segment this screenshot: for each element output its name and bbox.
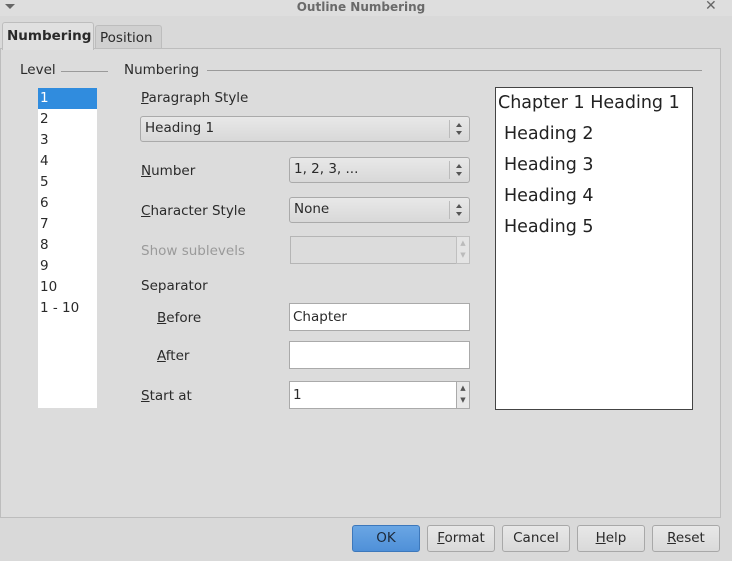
- after-label: After: [157, 348, 190, 364]
- divider: [61, 71, 108, 72]
- reset-label: Reset: [667, 530, 705, 546]
- close-icon[interactable]: ✕: [705, 0, 717, 14]
- spin-arrows-icon: [449, 201, 469, 219]
- ok-button[interactable]: OK: [352, 525, 420, 552]
- before-input[interactable]: Chapter: [289, 303, 470, 331]
- start-at-label: Start at: [141, 388, 192, 404]
- paragraph-style-label: Paragraph Style: [141, 90, 249, 106]
- divider: [207, 70, 702, 71]
- separator-label: Separator: [141, 278, 208, 294]
- numbering-legend: Numbering: [124, 62, 200, 78]
- tab-position[interactable]: Position: [95, 25, 162, 49]
- paragraph-style-value: Heading 1: [145, 120, 215, 136]
- level-item[interactable]: 6: [38, 193, 97, 214]
- reset-button[interactable]: Reset: [652, 525, 720, 552]
- show-sublevels-label: Show sublevels: [141, 243, 246, 259]
- level-item[interactable]: 7: [38, 214, 97, 235]
- show-sublevels-spinner: ▲ ▼: [456, 236, 470, 264]
- cancel-button[interactable]: Cancel: [502, 525, 570, 552]
- level-legend: Level: [20, 62, 56, 78]
- number-value: 1, 2, 3, ...: [294, 161, 359, 177]
- tab-numbering[interactable]: Numbering: [2, 22, 94, 50]
- spin-arrows-icon: [449, 120, 469, 138]
- window-title: Outline Numbering: [296, 0, 426, 14]
- help-button[interactable]: Help: [577, 525, 645, 552]
- number-label: Number: [141, 163, 196, 179]
- preview-line: Heading 2: [504, 124, 594, 144]
- after-input[interactable]: [289, 341, 470, 369]
- level-item[interactable]: 10: [38, 277, 97, 298]
- level-item[interactable]: 2: [38, 109, 97, 130]
- level-item[interactable]: 8: [38, 235, 97, 256]
- start-at-input[interactable]: 1: [289, 381, 457, 409]
- spin-arrows-icon: [449, 161, 469, 179]
- number-select[interactable]: 1, 2, 3, ...: [289, 157, 470, 183]
- format-button[interactable]: Format: [427, 525, 495, 552]
- preview-line: Heading 3: [504, 155, 594, 175]
- level-item[interactable]: 1: [38, 88, 97, 109]
- help-label: Help: [595, 530, 627, 546]
- format-label: Format: [437, 530, 485, 546]
- preview-line: Heading 4: [504, 186, 594, 206]
- character-style-value: None: [294, 201, 330, 217]
- start-at-spinner[interactable]: ▲ ▼: [456, 381, 470, 409]
- level-item[interactable]: 1 - 10: [38, 298, 97, 319]
- character-style-select[interactable]: None: [289, 197, 470, 223]
- level-list[interactable]: 1 2 3 4 5 6 7 8 9 10 1 - 10: [38, 88, 97, 408]
- preview-line: Chapter 1 Heading 1: [498, 93, 680, 113]
- level-item[interactable]: 3: [38, 130, 97, 151]
- before-label: Before: [157, 310, 202, 326]
- level-item[interactable]: 9: [38, 256, 97, 277]
- level-item[interactable]: 4: [38, 151, 97, 172]
- show-sublevels-field: [290, 236, 457, 264]
- character-style-label: Character Style: [141, 203, 246, 219]
- preview-line: Heading 5: [504, 217, 594, 237]
- preview-box: Chapter 1 Heading 1 Heading 2 Heading 3 …: [495, 87, 693, 410]
- level-item[interactable]: 5: [38, 172, 97, 193]
- paragraph-style-select[interactable]: Heading 1: [140, 116, 470, 142]
